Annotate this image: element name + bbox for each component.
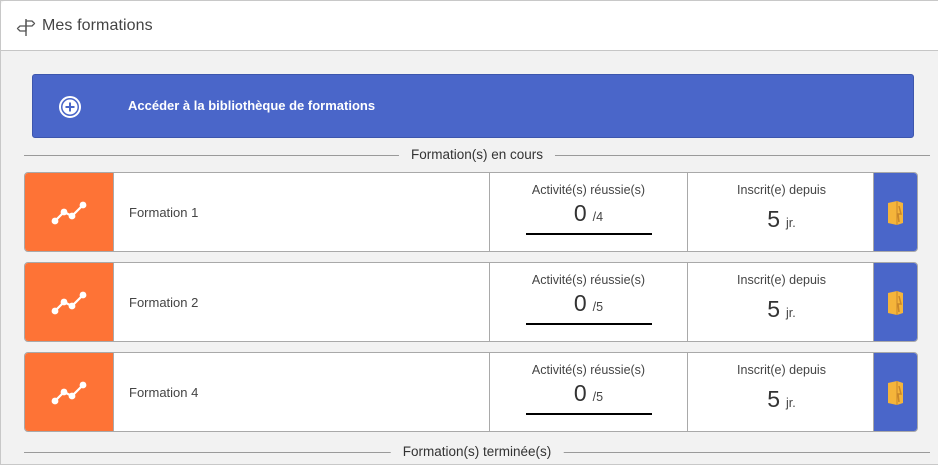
activities-progress-bar (526, 413, 652, 415)
open-course-button[interactable] (873, 263, 917, 341)
activities-done: 0 (573, 380, 587, 406)
enrolled-days: 5 (767, 296, 781, 322)
activities-stat: Activité(s) réussie(s) 0/5 (489, 353, 687, 431)
trend-line-icon (51, 381, 87, 405)
enrolled-since-value: 5 jr. (688, 296, 875, 323)
door-icon (888, 201, 903, 225)
open-library-button[interactable]: Accéder à la bibliothèque de formations (32, 74, 914, 138)
course-row[interactable]: Formation 1 Activité(s) réussie(s) 0/4 I… (24, 172, 918, 252)
section-title-in-progress: Formation(s) en cours (398, 147, 556, 162)
activities-done: 0 (573, 200, 587, 226)
page-title: Mes formations (42, 17, 153, 34)
activities-total: /5 (592, 300, 604, 314)
course-name[interactable]: Formation 1 (129, 205, 198, 220)
panel-header: Mes formations (1, 1, 938, 51)
trend-line-icon (51, 291, 87, 315)
course-thumbnail (25, 173, 114, 251)
section-divider-completed: Formation(s) terminée(s) (24, 442, 930, 462)
enrolled-since-stat: Inscrit(e) depuis 5 jr. (687, 173, 875, 251)
section-divider-in-progress: Formation(s) en cours (24, 145, 930, 165)
enrolled-unit: jr. (786, 216, 796, 230)
enrolled-since-label: Inscrit(e) depuis (737, 363, 826, 377)
course-thumbnail (25, 263, 114, 341)
activities-progress-bar (526, 323, 652, 325)
enrolled-since-label: Inscrit(e) depuis (737, 183, 826, 197)
enrolled-since-label: Inscrit(e) depuis (737, 273, 826, 287)
plus-circle-icon (59, 96, 81, 118)
activities-total: /4 (592, 210, 604, 224)
trend-line-icon (51, 201, 87, 225)
signpost-icon (16, 19, 36, 36)
enrolled-since-stat: Inscrit(e) depuis 5 jr. (687, 263, 875, 341)
open-course-button[interactable] (873, 353, 917, 431)
course-row[interactable]: Formation 4 Activité(s) réussie(s) 0/5 I… (24, 352, 918, 432)
activities-stat: Activité(s) réussie(s) 0/5 (489, 263, 687, 341)
enrolled-since-value: 5 jr. (688, 206, 875, 233)
open-library-label: Accéder à la bibliothèque de formations (128, 98, 376, 113)
activities-progress-bar (526, 233, 652, 235)
activities-label: Activité(s) réussie(s) (531, 363, 646, 377)
activities-label: Activité(s) réussie(s) (531, 273, 646, 287)
course-row[interactable]: Formation 2 Activité(s) réussie(s) 0/5 I… (24, 262, 918, 342)
activities-label: Activité(s) réussie(s) (531, 183, 646, 197)
activities-done: 0 (573, 290, 587, 316)
activities-value: 0/5 (490, 290, 687, 317)
enrolled-days: 5 (767, 206, 781, 232)
formations-panel: Mes formations Accéder à la bibliothèque… (0, 0, 938, 465)
enrolled-days: 5 (767, 386, 781, 412)
section-title-completed: Formation(s) terminée(s) (390, 444, 564, 459)
enrolled-unit: jr. (786, 396, 796, 410)
activities-stat: Activité(s) réussie(s) 0/4 (489, 173, 687, 251)
enrolled-since-value: 5 jr. (688, 386, 875, 413)
enrolled-since-stat: Inscrit(e) depuis 5 jr. (687, 353, 875, 431)
door-icon (888, 381, 903, 405)
enrolled-unit: jr. (786, 306, 796, 320)
activities-value: 0/4 (490, 200, 687, 227)
activities-value: 0/5 (490, 380, 687, 407)
activities-total: /5 (592, 390, 604, 404)
open-course-button[interactable] (873, 173, 917, 251)
course-name[interactable]: Formation 2 (129, 295, 198, 310)
door-icon (888, 291, 903, 315)
course-name[interactable]: Formation 4 (129, 385, 198, 400)
course-thumbnail (25, 353, 114, 431)
